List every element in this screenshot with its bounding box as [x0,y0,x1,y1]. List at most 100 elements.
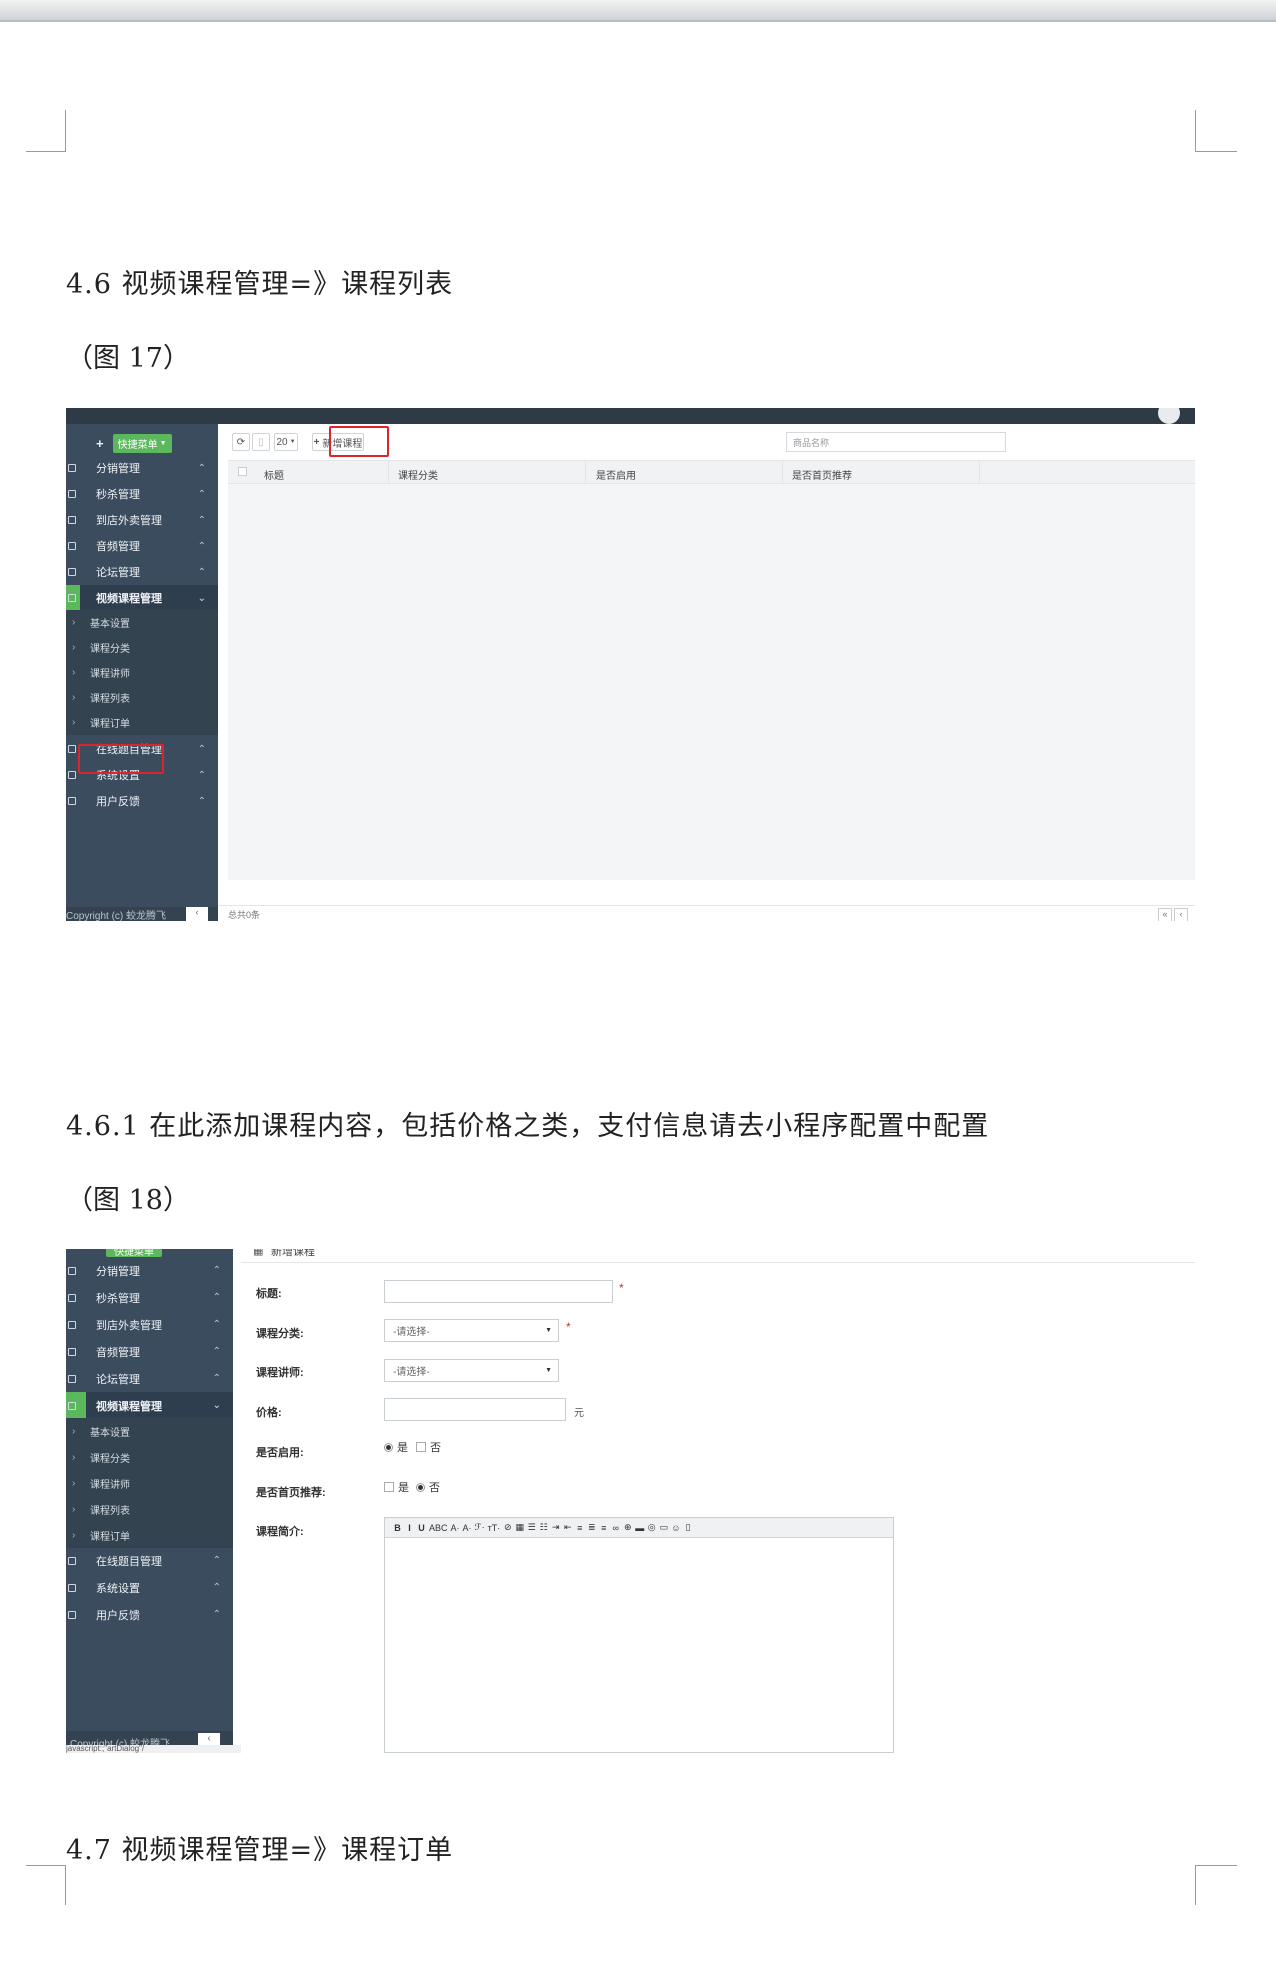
editor-tool-icon[interactable]: ≡ [575,1523,584,1533]
sidebar-subitem[interactable]: › 课程讲师 [66,660,218,685]
pager-next-button[interactable]: ‹ [1174,908,1188,921]
editor-tool-icon[interactable]: ≡ [599,1523,608,1533]
column-header-home-recommend[interactable]: 是否首页推荐 [792,467,852,482]
editor-tool-icon[interactable]: ▭ [659,1522,668,1533]
enabled-no-radio[interactable]: 否 [416,1439,441,1455]
editor-tool-icon[interactable]: ≣ [587,1522,596,1533]
editor-tool-icon[interactable]: ∞ [611,1523,620,1533]
editor-tool-icon[interactable]: ▦ [515,1522,524,1533]
crop-mark-bottom-right [1195,1865,1237,1905]
sidebar-subitem[interactable]: › 课程列表 [66,1496,233,1522]
chevron-right-icon: › [72,1503,76,1515]
home-no-radio[interactable]: 否 [416,1479,440,1495]
column-header-title[interactable]: 标题 [264,467,284,482]
sidebar-item[interactable]: 秒杀管理 ⌃ [66,1284,233,1311]
sidebar-item[interactable]: 论坛管理 ⌃ [66,1365,233,1392]
sidebar-subitem[interactable]: › 课程分类 [66,1444,233,1470]
search-input[interactable]: 商品名称 [786,432,1006,452]
editor-tool-icon[interactable]: ◎ [647,1522,656,1533]
editor-tool-icon[interactable]: ▬ [635,1523,644,1533]
editor-tool-icon[interactable]: ▯ [683,1522,692,1533]
sidebar-item[interactable]: 音频管理 ⌃ [66,533,218,559]
sidebar-item[interactable]: 在线题目管理 ⌃ [66,1547,233,1574]
sidebar-item[interactable]: 视频课程管理 ⌄ [66,585,218,611]
menu-icon [68,1347,76,1356]
chevron-right-icon: › [72,1477,76,1489]
editor-tool-icon[interactable]: ☷ [539,1522,548,1533]
home-yes-label: 是 [398,1482,409,1494]
chevron-right-icon: › [72,1425,76,1437]
sidebar-item-label: 分销管理 [96,1265,140,1278]
editor-tool-icon[interactable]: I [405,1523,414,1533]
page-size-select[interactable]: 20 ▼ [274,433,298,451]
figure-18-screenshot: 快捷菜单 分销管理 ⌃ 秒杀管理 ⌃ 到店外卖管理 ⌃ 音频管理 ⌃ 论坛管理 ⌃ 视频课程管理 ⌄ ›… [66,1249,1195,1753]
editor-tool-icon[interactable]: тT· [488,1523,501,1533]
editor-tool-icon[interactable]: U [417,1523,426,1533]
sidebar-item[interactable]: 系统设置 ⌃ [66,1574,233,1601]
column-header-enabled[interactable]: 是否启用 [596,467,636,482]
menu-icon [68,1610,76,1619]
delete-button[interactable]: ▯ [252,433,270,451]
collapse-sidebar-button[interactable]: ‹ [186,907,208,921]
sidebar-subitem[interactable]: › 基本设置 [66,610,218,635]
sidebar-subitem-label: 基本设置 [90,619,130,630]
menu-icon [68,1556,76,1565]
column-header-category[interactable]: 课程分类 [398,467,438,482]
editor-tool-icon[interactable]: ⊘ [503,1522,512,1533]
sidebar-item-label: 音频管理 [96,541,140,553]
sidebar-item[interactable]: 到店外卖管理 ⌃ [66,507,218,533]
sidebar-subitem[interactable]: › 基本设置 [66,1418,233,1444]
sidebar-item[interactable]: 分销管理 ⌃ [66,455,218,481]
chevron-right-icon: › [72,642,76,653]
price-input[interactable] [384,1398,566,1421]
home-yes-radio[interactable]: 是 [384,1479,409,1495]
required-mark: * [619,1281,624,1295]
category-select-value: -请选择- [393,1327,430,1338]
chevron-right-icon: › [72,717,76,728]
editor-tool-icon[interactable]: A· [451,1523,460,1533]
crop-mark-top-left [26,110,66,152]
chevron-up-icon: ⌃ [212,1373,221,1384]
editor-tool-icon[interactable]: ⊕ [623,1522,632,1533]
title-input[interactable] [384,1280,613,1303]
menu-icon [68,1266,76,1275]
sidebar-item[interactable]: 到店外卖管理 ⌃ [66,1311,233,1338]
label-enabled: 是否启用: [256,1447,304,1459]
sidebar-item[interactable]: 音频管理 ⌃ [66,1338,233,1365]
sidebar-item[interactable]: 用户反馈 ⌃ [66,1601,233,1628]
sidebar-item[interactable]: 秒杀管理 ⌃ [66,481,218,507]
enabled-yes-radio[interactable]: 是 [384,1439,408,1455]
editor-tool-icon[interactable]: A· [463,1523,472,1533]
sidebar-subitem[interactable]: › 课程讲师 [66,1470,233,1496]
editor-tool-icon[interactable]: ☺ [671,1523,680,1533]
editor-tool-icon[interactable]: ☰ [527,1522,536,1533]
editor-content-area[interactable] [385,1538,893,1752]
sidebar-subitem[interactable]: › 课程列表 [66,685,218,710]
editor-tool-icon[interactable]: ⇥ [551,1522,560,1533]
sidebar-item[interactable]: 论坛管理 ⌃ [66,559,218,585]
refresh-button[interactable]: ⟳ [232,433,250,451]
figure-caption-18: （图 18） [66,1185,190,1216]
sidebar-subitem[interactable]: › 课程订单 [66,1522,233,1548]
editor-tool-icon[interactable]: ⇤ [563,1522,572,1533]
quick-menu-button[interactable]: + 快捷菜单 ▼ [96,433,172,453]
caret-down-icon: ▼ [289,439,296,445]
chevron-up-icon: ⌃ [197,566,206,578]
chevron-up-icon: ⌃ [212,1292,221,1303]
editor-tool-icon[interactable]: ℱ· [475,1522,485,1533]
quick-menu-button[interactable]: 快捷菜单 [106,1249,162,1257]
editor-tool-icon[interactable]: ABC [429,1523,448,1533]
sidebar-subitem[interactable]: › 课程分类 [66,635,218,660]
sidebar-subitem[interactable]: › 课程订单 [66,710,218,735]
rich-text-editor[interactable]: B I U ABC A· A· ℱ· тT· ⊘ ▦ ☰ ☷ ⇥ ⇤ ≡ ≣ ≡ ∞ ⊕ ▬ ◎ ▭ ☺ ▯ [384,1517,894,1753]
teacher-select[interactable]: -请选择- ▼ [384,1359,559,1382]
chevron-up-icon: ⌃ [197,514,206,526]
sidebar-item[interactable]: 视频课程管理 ⌄ [66,1392,233,1419]
editor-tool-icon[interactable]: B [393,1523,402,1533]
category-select[interactable]: -请选择- ▼ [384,1319,559,1342]
sidebar-item[interactable]: 分销管理 ⌃ [66,1257,233,1284]
select-all-checkbox[interactable] [238,467,247,476]
gear-icon [68,1583,76,1592]
sidebar-item[interactable]: 用户反馈 ⌃ [66,788,218,814]
pager-prev-button[interactable]: « [1158,908,1172,921]
